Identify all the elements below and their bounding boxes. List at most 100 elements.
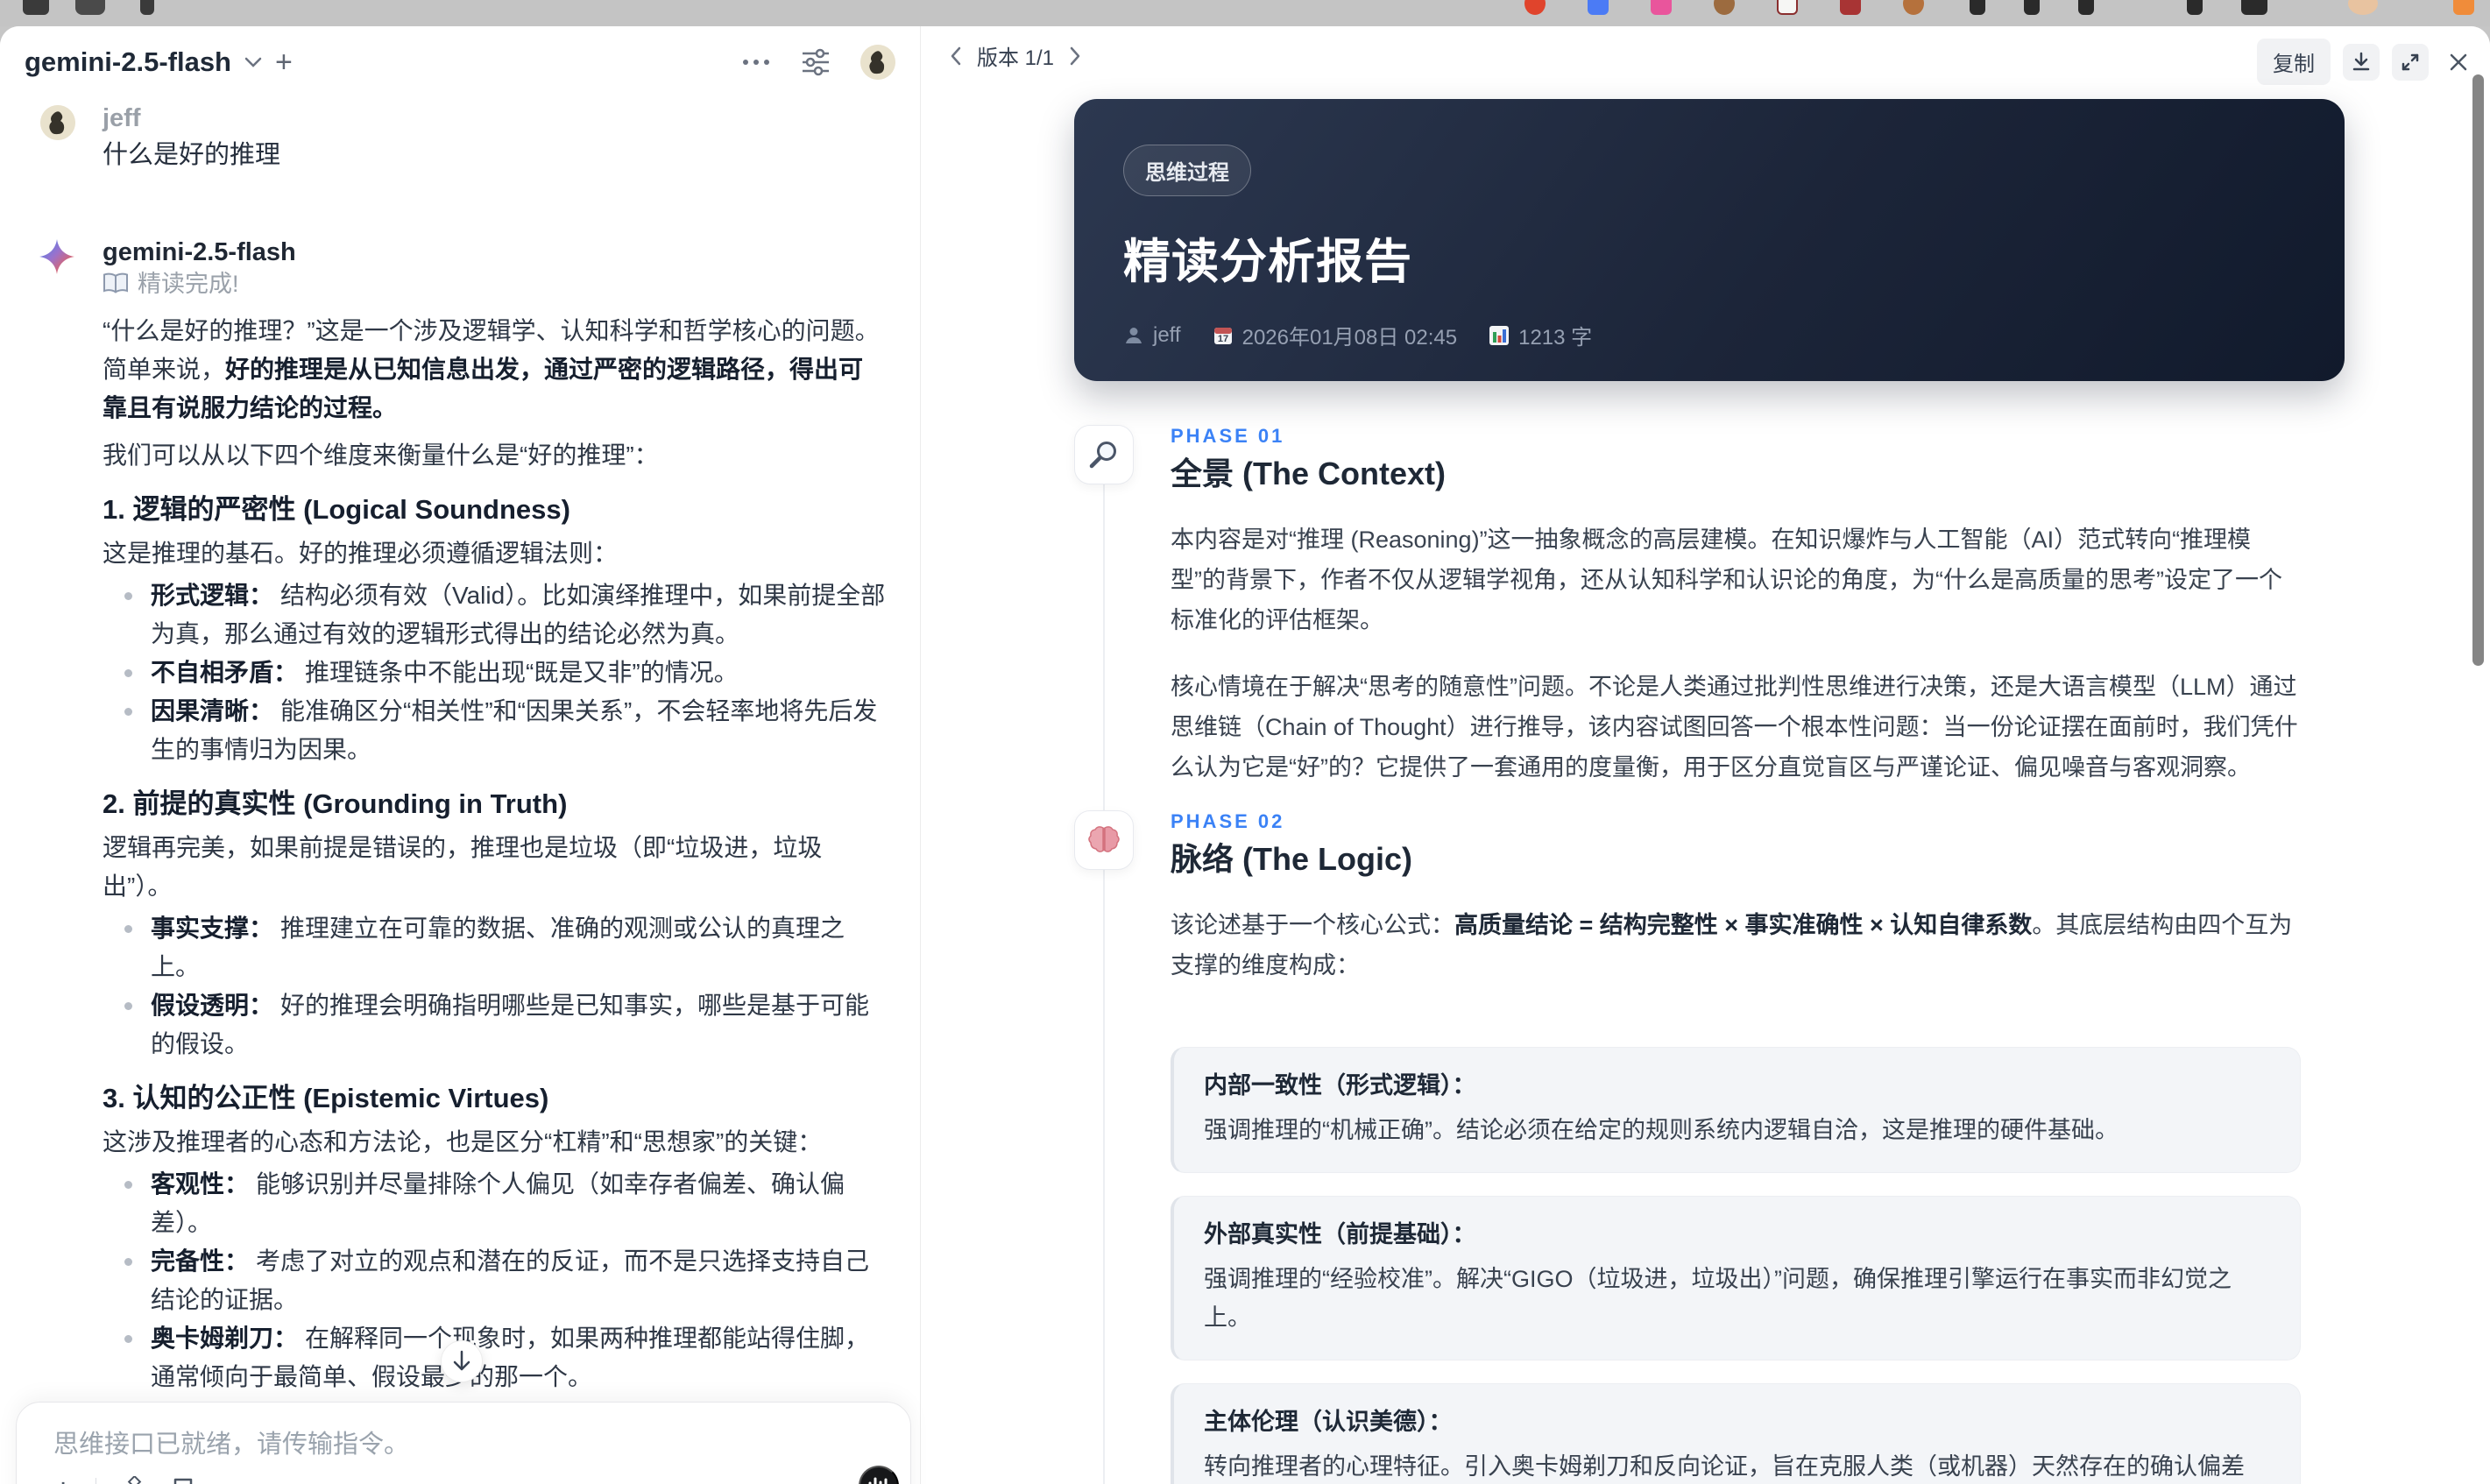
dimension-term: 外部真实性（前提基础）： <box>1204 1221 1476 1247</box>
menubar-status-icon[interactable] <box>1714 0 1735 15</box>
person-icon <box>1126 327 1142 343</box>
phase-number: PHASE 01 <box>1171 425 1285 447</box>
user-message-text: 什么是好的推理 <box>103 141 281 169</box>
lead-formula: 高质量结论 = 结构完整性 × 事实准确性 × 认知自律系数 <box>1454 912 2033 938</box>
menubar-status-icon[interactable] <box>75 0 105 15</box>
report-meta: jeff 17 2026年01月08日 02:45 1213 字 <box>1123 320 2295 350</box>
menubar-status-icon[interactable] <box>1777 0 1798 15</box>
composer-placeholder[interactable]: 思维接口已就绪，请传输指令。 <box>53 1424 409 1460</box>
bullet-dot <box>124 1258 132 1266</box>
list-item: 完备性： 考虑了对立的观点和潜在的反证，而不是只选择支持自己结论的证据。 <box>103 1242 887 1319</box>
tools-diamonds-icon[interactable] <box>119 1476 149 1484</box>
menubar-status-icon[interactable] <box>2187 0 2203 15</box>
bullet-term: 奥卡姆剃刀： <box>151 1325 299 1352</box>
hero-badge: 思维过程 <box>1123 145 1251 196</box>
open-book-icon <box>103 272 129 295</box>
bullet-dot <box>124 1335 132 1343</box>
menubar-status-icon[interactable] <box>140 0 154 15</box>
menubar-status-icon[interactable] <box>1970 0 1985 15</box>
bullet-dot <box>124 1002 132 1010</box>
date-text: 2026年01月08日 02:45 <box>1241 326 1458 350</box>
menubar-status-icon[interactable] <box>2453 0 2474 15</box>
section-bullets: 形式逻辑： 结构必须有效（Valid）。比如演绎推理中，如果前提全部为真，那么通过… <box>103 576 887 769</box>
bullet-text: 能够识别并尽量排除个人偏见（如幸存者偏差、确认偏差）。 <box>151 1170 845 1236</box>
phase-paragraph: 本内容是对“推理 (Reasoning)”这一抽象概念的高层建模。在知识爆炸与人… <box>1171 526 2282 633</box>
menubar-status-icon[interactable] <box>1903 0 1924 15</box>
model-name[interactable]: gemini-2.5-flash <box>25 46 231 78</box>
menubar-status-icon[interactable] <box>23 0 49 15</box>
menubar-status-icon[interactable] <box>2024 0 2040 15</box>
bullet-dot <box>124 669 132 677</box>
artifact-content: 思维过程 精读分析报告 jeff 17 2026年01月08日 02:45 12… <box>1074 99 2345 1484</box>
menu-bar <box>0 0 2490 26</box>
list-item: 因果清晰： 能准确区分“相关性”和“因果关系”，不会轻率地将先后发生的事情归为因果… <box>103 692 887 769</box>
scroll-to-bottom-button[interactable] <box>441 1340 483 1382</box>
author-name: jeff <box>1153 322 1181 347</box>
dimension-card: 内部一致性（形式逻辑）： 强调推理的“机械正确”。结论必须在给定的规则系统内逻辑… <box>1171 1047 2301 1173</box>
app-window: gemini-2.5-flash + jeff 什么是好的推理 gemini-2… <box>0 26 2490 1484</box>
gemini-star-icon <box>39 238 75 275</box>
dimension-text: 强调推理的“机械正确”。结论必须在给定的规则系统内逻辑自洽，这是推理的硬件基础。 <box>1204 1117 2119 1143</box>
version-prev-icon[interactable] <box>949 46 963 67</box>
list-item: 事实支撑： 推理建立在可靠的数据、准确的观测或公认的真理之上。 <box>103 909 887 986</box>
dimension-card: 外部真实性（前提基础）： 强调推理的“经验校准”。解决“GIGO（垃圾进，垃圾出… <box>1171 1196 2301 1360</box>
bullet-term: 完备性： <box>151 1247 250 1275</box>
artifact-header: 版本 1/1 复制 <box>921 32 2490 85</box>
menubar-status-icon[interactable] <box>2241 0 2267 15</box>
section-title: 3. 认知的公正性 (Epistemic Virtues) <box>103 1083 549 1113</box>
artifact-panel: 版本 1/1 复制 思维过程 精读分析报告 jeff 17 2026年01月08… <box>921 26 2490 1484</box>
menubar-status-icon[interactable] <box>2133 0 2148 15</box>
attach-plus-button[interactable]: + <box>53 1474 73 1484</box>
bar-chart-icon <box>1489 325 1510 345</box>
section-bullets: 事实支撑： 推理建立在可靠的数据、准确的观测或公认的真理之上。 假设透明： 好的推理… <box>103 909 887 1064</box>
assistant-intro: “什么是好的推理？”这是一个涉及逻辑学、认知科学和哲学核心的问题。简单来说，好的… <box>103 312 887 428</box>
dimension-text: 强调推理的“经验校准”。解决“GIGO（垃圾进，垃圾出）”问题，确保推理引擎运行… <box>1204 1266 2232 1331</box>
close-icon[interactable] <box>2441 45 2476 80</box>
section-intro: 逻辑再完美，如果前提是错误的，推理也是垃圾（即“垃圾进，垃圾出”）。 <box>103 834 823 900</box>
phase-section-2: PHASE 02 脉络 (The Logic) 该论述基于一个核心公式：高质量结… <box>1074 810 2345 1484</box>
model-selector[interactable]: gemini-2.5-flash + <box>25 46 293 78</box>
copy-button[interactable]: 复制 <box>2257 39 2331 85</box>
voice-input-button[interactable] <box>859 1466 899 1484</box>
user-avatar <box>40 105 75 140</box>
menubar-status-icon[interactable] <box>1651 0 1672 15</box>
user-avatar[interactable] <box>860 45 895 80</box>
assistant-status-text: 精读完成! <box>138 271 239 297</box>
list-item: 客观性： 能够识别并尽量排除个人偏见（如幸存者偏差、确认偏差）。 <box>103 1165 887 1242</box>
lead-plain: 该论述基于一个核心公式： <box>1171 912 1454 938</box>
bookmark-icon[interactable] <box>172 1477 195 1484</box>
bullet-dot <box>124 592 132 600</box>
report-title: 精读分析报告 <box>1123 236 1412 288</box>
bullet-term: 客观性： <box>151 1170 250 1198</box>
dimension-card: 主体伦理（认识美德）： 转向推理者的心理特征。引入奥卡姆剃刀和反向论证，旨在克服… <box>1171 1383 2301 1484</box>
download-icon[interactable] <box>2343 43 2380 81</box>
chevron-down-icon[interactable] <box>244 56 263 68</box>
assistant-status: 精读完成! <box>103 268 887 300</box>
menubar-status-icon[interactable] <box>1588 0 1609 15</box>
bullet-term: 假设透明： <box>151 992 274 1019</box>
list-item: 形式逻辑： 结构必须有效（Valid）。比如演绎推理中，如果前提全部为真，那么通过… <box>103 576 887 654</box>
bullet-dot <box>124 1181 132 1189</box>
more-options-button[interactable] <box>741 58 771 67</box>
settings-sliders-icon[interactable] <box>801 48 831 76</box>
expand-icon[interactable] <box>2392 43 2429 81</box>
bullet-dot <box>124 925 132 933</box>
version-label: 版本 1/1 <box>977 46 1055 70</box>
date-meta: 17 2026年01月08日 02:45 <box>1213 320 1458 350</box>
menubar-status-icon[interactable] <box>1840 0 1861 15</box>
menubar-status-icon[interactable] <box>1524 0 1546 15</box>
word-count-text: 1213 字 <box>1518 326 1593 350</box>
version-next-icon[interactable] <box>1068 46 1082 67</box>
section-bullets: 客观性： 能够识别并尽量排除个人偏见（如幸存者偏差、确认偏差）。 完备性： 考虑了对… <box>103 1165 887 1396</box>
phase-section-1: PHASE 01 全景 (The Context) 本内容是对“推理 (Reas… <box>1074 425 2345 788</box>
phase-paragraph: 核心情境在于解决“思考的随意性”问题。不论是人类通过批判性思维进行决策，还是大语… <box>1171 674 2298 781</box>
menubar-status-icon[interactable] <box>2078 0 2094 15</box>
chat-header: gemini-2.5-flash + <box>0 39 920 92</box>
new-chat-button[interactable]: + <box>275 47 293 77</box>
logic-dimension-boxes: 内部一致性（形式逻辑）： 强调推理的“机械正确”。结论必须在给定的规则系统内逻辑… <box>1171 1047 2301 1484</box>
dimension-term: 主体伦理（认识美德）： <box>1204 1409 1453 1435</box>
menubar-avatar-icon[interactable] <box>2348 0 2378 15</box>
scrollbar-thumb[interactable] <box>2472 74 2484 666</box>
calendar-icon: 17 <box>1213 327 1232 344</box>
message-composer[interactable]: 思维接口已就绪，请传输指令。 + <box>16 1402 911 1484</box>
